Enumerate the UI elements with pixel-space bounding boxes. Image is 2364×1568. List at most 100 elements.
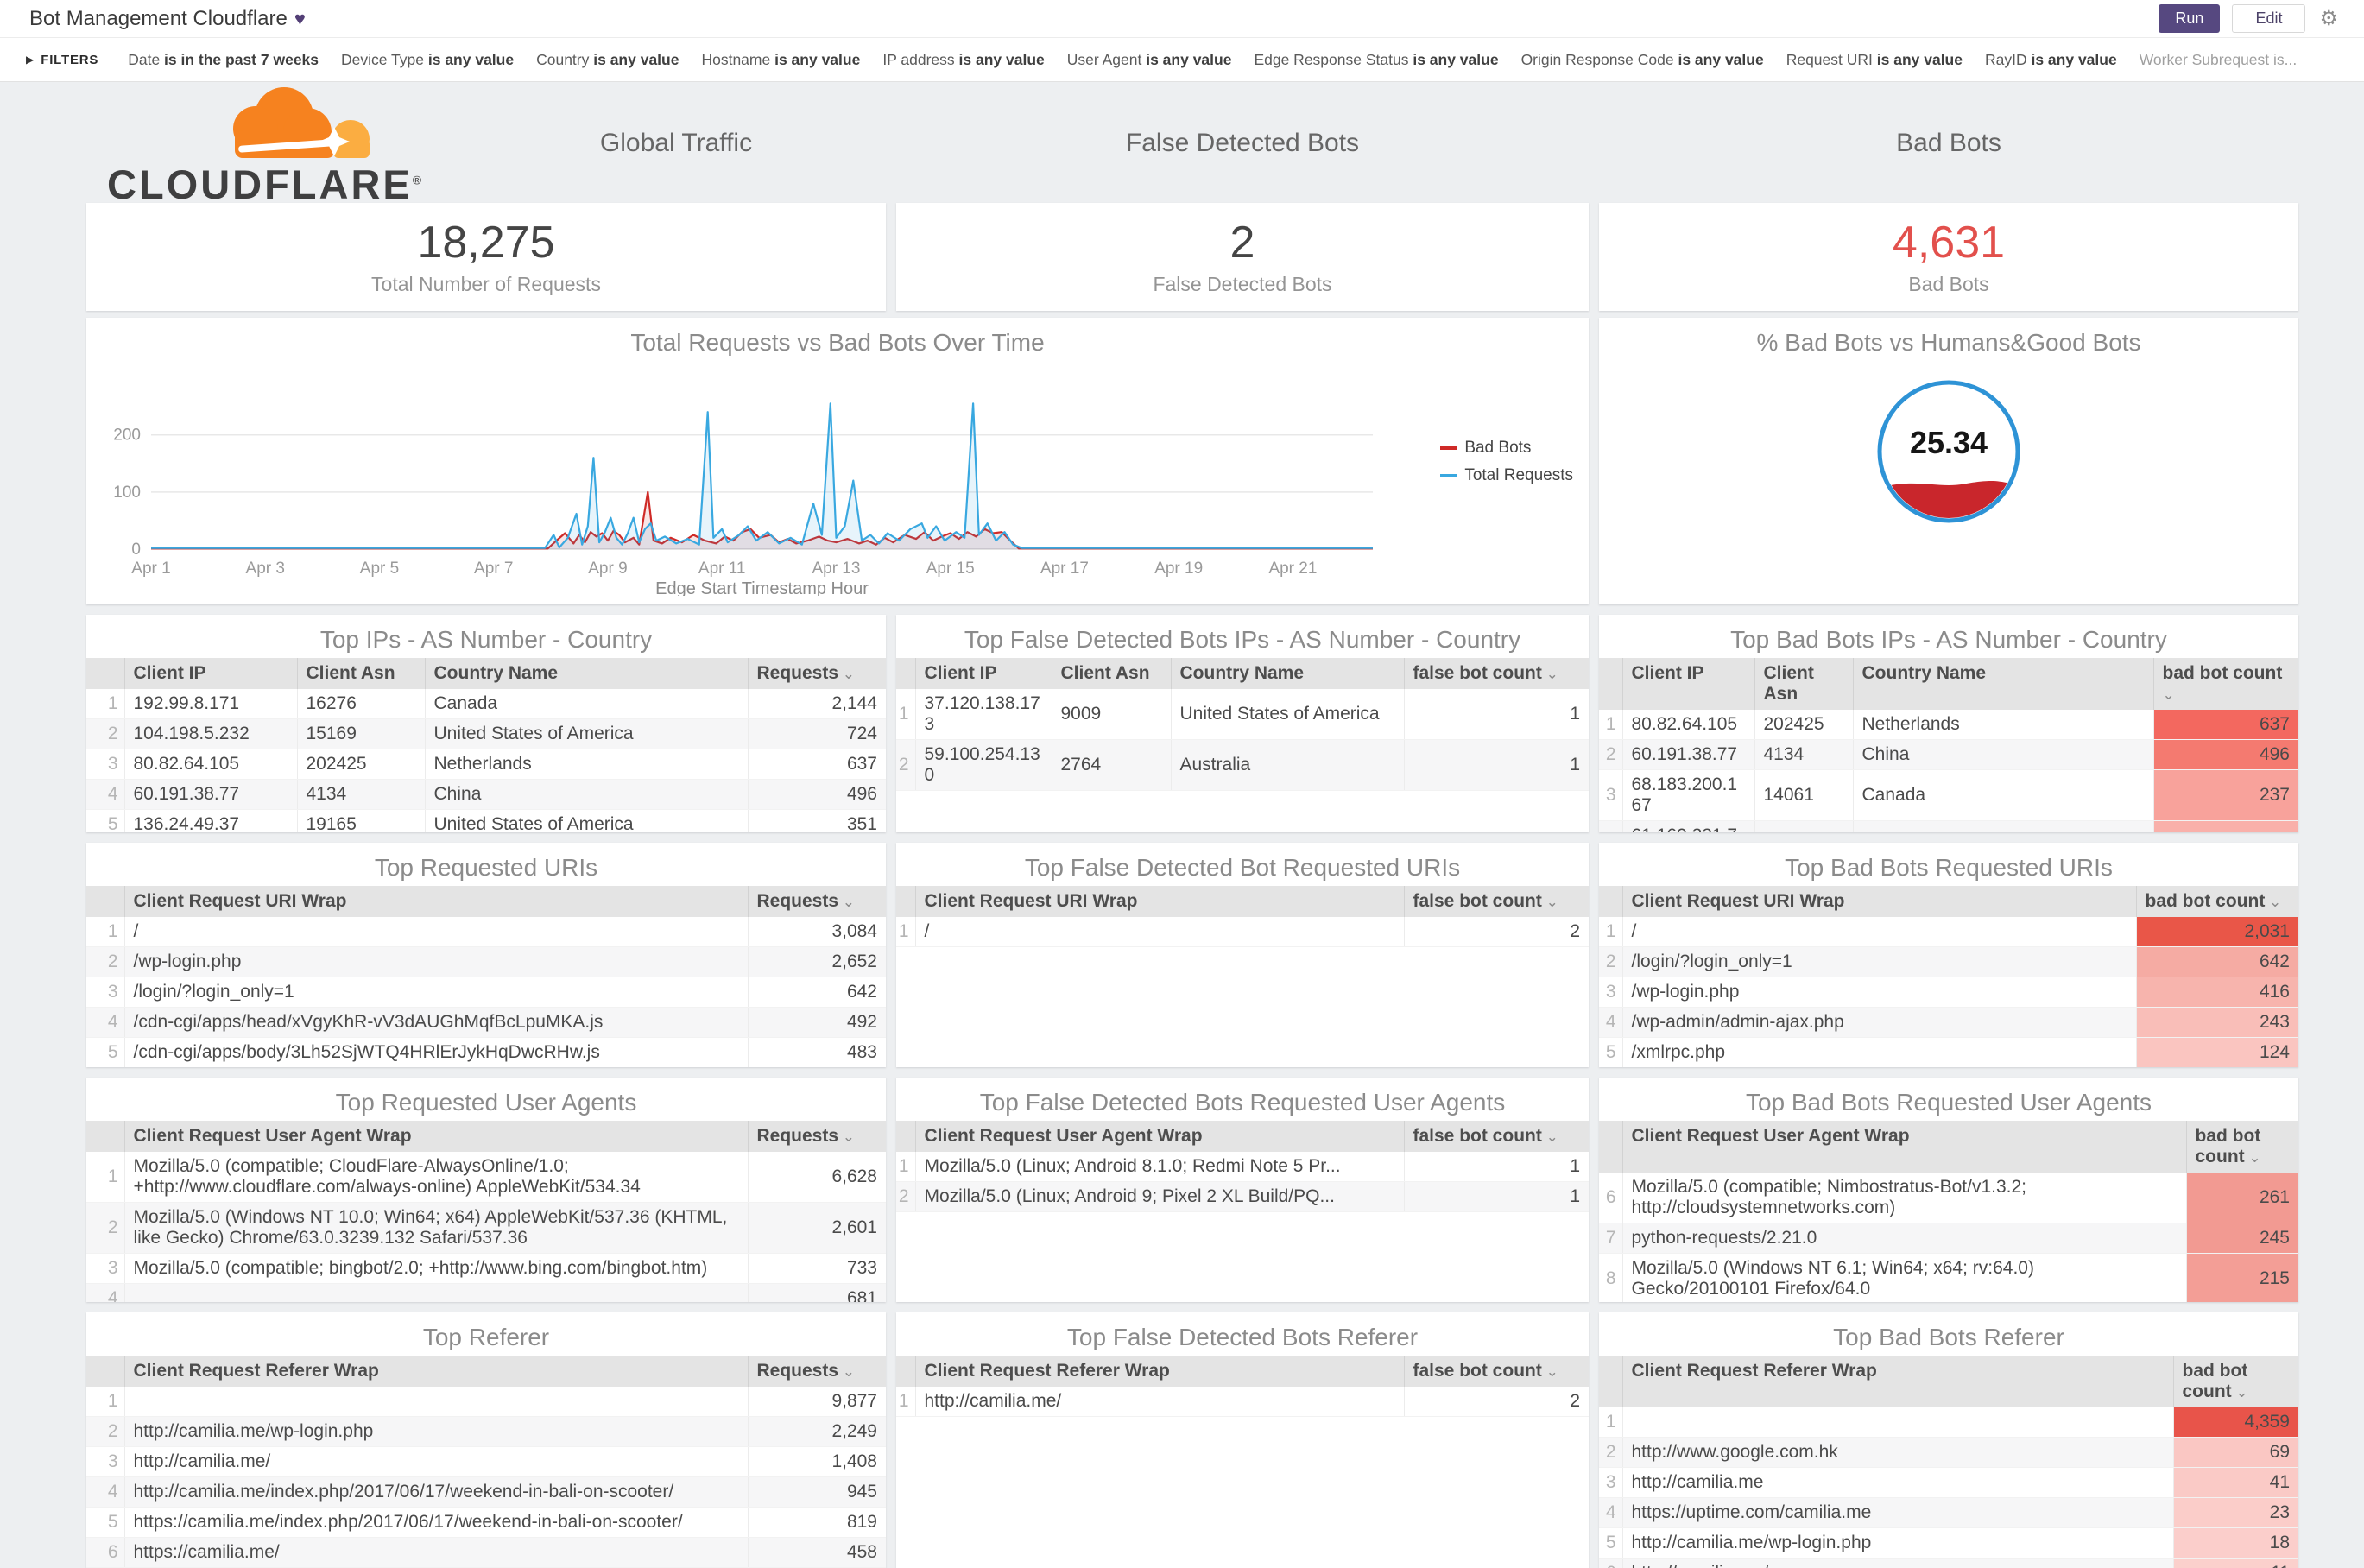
table-cell: Mozilla/5.0 (compatible; bingbot/2.0; +h… bbox=[123, 1253, 748, 1284]
table-cell: 492 bbox=[747, 1007, 886, 1038]
filters-toggle[interactable]: ▶ FILTERS bbox=[26, 53, 98, 67]
table-cell: 416 bbox=[2135, 977, 2298, 1008]
column-header-bad-bot-count[interactable]: bad bot count ⌄ bbox=[2172, 1356, 2298, 1407]
table-row: 2/login/?login_only=1 642 bbox=[1599, 946, 2298, 977]
table-cell: 215 bbox=[2185, 1253, 2298, 1302]
filter-item-rayid[interactable]: RayID is any value bbox=[1985, 51, 2117, 69]
table-row: 3/wp-login.php 416 bbox=[1599, 977, 2298, 1008]
table-cell: 37.120.138.173 bbox=[914, 689, 1052, 740]
table-row: 2 60.191.38.77 4134 China 496 bbox=[1599, 739, 2298, 770]
column-header-bad-bot-count[interactable]: bad bot count ⌄ bbox=[2152, 658, 2298, 710]
timeseries-panel: Total Requests vs Bad Bots Over Time 0 10… bbox=[86, 318, 1589, 604]
table-cell: 60.191.38.77 bbox=[123, 779, 297, 810]
panel-title: Top Requested User Agents bbox=[335, 1089, 637, 1116]
filter-item-country[interactable]: Country is any value bbox=[536, 51, 679, 69]
edit-button[interactable]: Edit bbox=[2232, 4, 2306, 33]
table-cell: 1 bbox=[1403, 1152, 1589, 1182]
column-header-requests[interactable]: Requests ⌄ bbox=[747, 886, 886, 917]
panel-title: Top False Detected Bots IPs - AS Number … bbox=[964, 626, 1521, 653]
table-cell: United States of America bbox=[424, 809, 748, 832]
table-cell: 68.183.200.167 bbox=[1621, 769, 1754, 821]
filter-item-edge-response-status[interactable]: Edge Response Status is any value bbox=[1254, 51, 1498, 69]
panel-top-bad-bot-referer: Top Bad Bots Referer Client Request Refe… bbox=[1599, 1312, 2298, 1568]
table-cell: http://camilia.me/index.php/2017/06/17/w… bbox=[123, 1476, 748, 1508]
gauge-value: 25.34 bbox=[1910, 425, 1988, 460]
table-cell: 5 bbox=[1599, 1527, 1622, 1559]
column-header-false-bot-count[interactable]: false bot count ⌄ bbox=[1403, 658, 1589, 689]
kpi-total-requests: 18,275 Total Number of Requests bbox=[86, 203, 886, 311]
table-row: 4 60.191.38.77 4134 China 496 bbox=[86, 779, 886, 810]
table-cell: 642 bbox=[2135, 946, 2298, 977]
table-cell: 3 bbox=[1599, 1467, 1622, 1498]
table-cell: 6 bbox=[1599, 1173, 1622, 1223]
legend-item-total-requests[interactable]: Total Requests bbox=[1440, 466, 1573, 485]
line-chart[interactable]: 0 100 200 Apr 1 Apr 3 Apr 5 Apr 7 Apr 9 Apr 11 Ap… bbox=[86, 361, 1433, 598]
table-cell: 19165 bbox=[296, 809, 425, 832]
table-row: 1 9,877 bbox=[86, 1387, 886, 1417]
legend-item-bad-bots[interactable]: Bad Bots bbox=[1440, 439, 1573, 458]
svg-text:Edge Start Timestamp Hour: Edge Start Timestamp Hour bbox=[655, 579, 869, 596]
table-cell: 3 bbox=[86, 1446, 124, 1477]
kpi-label: Total Number of Requests bbox=[371, 272, 601, 295]
run-button[interactable]: Run bbox=[2159, 4, 2221, 33]
column-header-bad-bot-count[interactable]: bad bot count ⌄ bbox=[2185, 1121, 2298, 1173]
column-header-rownum bbox=[1599, 886, 1622, 917]
table-cell: 2 bbox=[86, 718, 124, 749]
table-top-false-bot-ips: Client IP Client Asn Country Name false bot… bbox=[896, 658, 1589, 791]
sort-caret-icon: ⌄ bbox=[2265, 894, 2282, 910]
table-cell: 496 bbox=[747, 779, 886, 810]
panel-title: Top Bad Bots IPs - AS Number - Country bbox=[1730, 626, 2167, 653]
table-cell: 8 bbox=[1599, 1253, 1622, 1302]
filter-item-ip-address[interactable]: IP address is any value bbox=[882, 51, 1044, 69]
table-cell bbox=[1621, 1407, 2173, 1438]
table-cell: Netherlands bbox=[1852, 710, 2153, 740]
panel-top-ips: Top IPs - AS Number - Country Client IP C… bbox=[86, 615, 886, 832]
column-header-false-bot-count[interactable]: false bot count ⌄ bbox=[1403, 1356, 1589, 1387]
gear-icon[interactable]: ⚙ bbox=[2319, 6, 2338, 31]
table-cell: 3 bbox=[86, 749, 124, 780]
filter-item-origin-response-code[interactable]: Origin Response Code is any value bbox=[1521, 51, 1764, 69]
filter-item-request-uri[interactable]: Request URI is any value bbox=[1786, 51, 1963, 69]
table-cell: 245 bbox=[2185, 1223, 2298, 1254]
column-header-requests[interactable]: Requests ⌄ bbox=[747, 1121, 886, 1152]
column-header-rownum bbox=[86, 886, 124, 917]
filter-item-user-agent[interactable]: User Agent is any value bbox=[1067, 51, 1232, 69]
filter-item-device-type[interactable]: Device Type is any value bbox=[341, 51, 514, 69]
column-header-client-asn: Client Asn bbox=[296, 658, 425, 689]
column-header-false-bot-count[interactable]: false bot count ⌄ bbox=[1403, 886, 1589, 917]
table-cell: United States of America bbox=[1170, 689, 1404, 740]
sort-caret-icon: ⌄ bbox=[838, 1363, 855, 1380]
table-cell: 4 bbox=[86, 1476, 124, 1508]
column-header-bad-bot-count[interactable]: bad bot count ⌄ bbox=[2135, 886, 2298, 917]
table-row: 461.160.221.7323650China144 bbox=[1599, 820, 2298, 832]
kpi-value: 2 bbox=[1229, 218, 1255, 269]
column-header-requests[interactable]: Requests ⌄ bbox=[747, 658, 886, 689]
table-cell: 681 bbox=[747, 1283, 886, 1302]
filter-item-date[interactable]: Date is in the past 7 weeks bbox=[128, 51, 319, 69]
table-row: 5 http://camilia.me/wp-login.php 18 bbox=[1599, 1527, 2298, 1559]
table-cell: 4134 bbox=[1754, 739, 1853, 770]
panel-top-false-bot-ips: Top False Detected Bots IPs - AS Number … bbox=[896, 615, 1589, 832]
gauge-title: % Bad Bots vs Humans&Good Bots bbox=[1756, 329, 2141, 356]
table-cell: 819 bbox=[747, 1507, 886, 1538]
column-header-requests[interactable]: Requests ⌄ bbox=[747, 1356, 886, 1387]
table-cell: Canada bbox=[424, 689, 748, 719]
kpi-value: 18,275 bbox=[417, 218, 555, 269]
table-cell: 637 bbox=[747, 749, 886, 780]
table-top-user-agents: Client Request User Agent Wrap Requests ⌄… bbox=[86, 1121, 886, 1302]
kpi-label: False Detected Bots bbox=[1153, 272, 1332, 295]
table-cell: 2 bbox=[896, 739, 915, 791]
table-row: 4 681 bbox=[86, 1283, 886, 1302]
table-cell: https://camilia.me/ bbox=[123, 1537, 748, 1568]
filter-item-hostname[interactable]: Hostname is any value bbox=[701, 51, 860, 69]
table-cell: 945 bbox=[747, 1476, 886, 1508]
table-top-referer: Client Request Referer Wrap Requests ⌄ 1 9,… bbox=[86, 1356, 886, 1568]
table-cell: 4 bbox=[86, 1283, 124, 1302]
table-cell: 1 bbox=[86, 1152, 124, 1203]
chart-legend: Bad Bots Total Requests bbox=[1440, 439, 1573, 494]
column-header-false-bot-count[interactable]: false bot count ⌄ bbox=[1403, 1121, 1589, 1152]
filter-item-worker-subrequest[interactable]: Worker Subrequest is... bbox=[2140, 51, 2298, 69]
svg-text:Apr 21: Apr 21 bbox=[1268, 560, 1317, 578]
table-cell: 261 bbox=[2185, 1173, 2298, 1223]
table-top-false-bot-referer: Client Request Referer Wrap false bot cou… bbox=[896, 1356, 1589, 1417]
